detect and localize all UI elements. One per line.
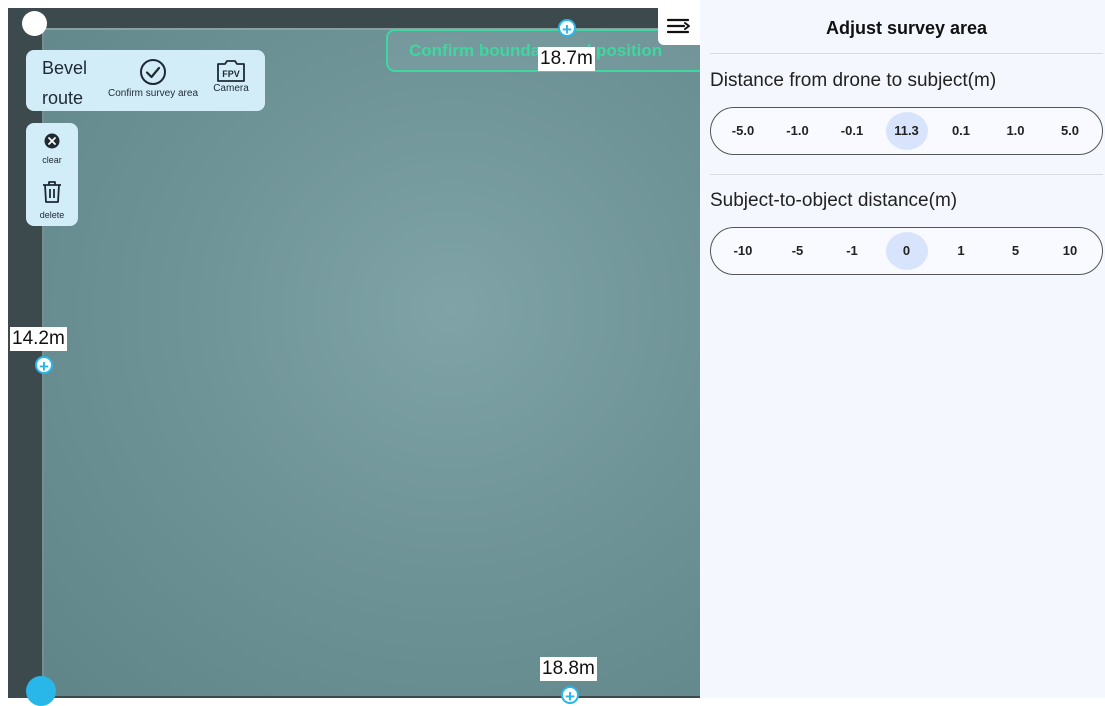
add-vertex-left-button[interactable]: + <box>35 356 53 376</box>
fpv-icon-text: FPV <box>222 69 240 79</box>
camera-label: Camera <box>213 83 249 94</box>
step-option[interactable]: 1.0 <box>995 112 1037 150</box>
corner-handle-bottom-left[interactable] <box>26 676 56 706</box>
adjust-survey-panel: Adjust survey area Distance from drone t… <box>700 0 1105 698</box>
step-option[interactable]: -5 <box>777 232 819 270</box>
step-option[interactable]: 5.0 <box>1049 112 1091 150</box>
delete-button[interactable]: delete <box>26 180 78 220</box>
menu-collapse-icon <box>666 18 690 34</box>
step-option[interactable]: 0.1 <box>940 112 982 150</box>
close-circle-icon <box>44 133 60 149</box>
delete-label: delete <box>39 210 65 220</box>
step-option[interactable]: -5.0 <box>722 112 764 150</box>
drone-distance-label: Distance from drone to subject(m) <box>710 70 997 91</box>
divider <box>710 53 1103 54</box>
confirm-survey-area-label: Confirm survey area <box>107 88 199 99</box>
route-type-label[interactable]: Bevel route <box>42 53 104 113</box>
survey-area-polygon[interactable] <box>44 30 700 696</box>
corner-handle-top-left[interactable] <box>22 11 47 36</box>
edge-length-left-label: 14.2m <box>10 327 67 351</box>
clear-label: clear <box>42 155 62 165</box>
step-option[interactable]: -1.0 <box>777 112 819 150</box>
plus-icon: + <box>39 357 49 376</box>
add-vertex-bottom-button[interactable]: + <box>561 686 579 706</box>
step-option[interactable]: -1 <box>831 232 873 270</box>
object-distance-label: Subject-to-object distance(m) <box>710 190 958 211</box>
plus-icon: + <box>562 20 572 39</box>
step-option[interactable]: -10 <box>722 232 764 270</box>
drone-distance-stepper: -5.0 -1.0 -0.1 11.3 0.1 1.0 5.0 <box>710 107 1103 155</box>
clear-button[interactable]: clear <box>26 133 78 165</box>
check-circle-icon <box>140 59 166 85</box>
step-option[interactable]: 10 <box>1049 232 1091 270</box>
step-option[interactable]: 5 <box>995 232 1037 270</box>
route-toolbar: Bevel route Confirm survey area FPV Came… <box>26 50 265 111</box>
camera-button[interactable]: FPV Camera <box>196 58 266 94</box>
plus-icon: + <box>565 687 575 706</box>
step-option[interactable]: 11.3 <box>885 112 928 150</box>
confirm-survey-area-button[interactable]: Confirm survey area <box>98 58 208 99</box>
step-option[interactable]: -0.1 <box>831 112 873 150</box>
add-vertex-top-button[interactable]: + <box>558 19 576 39</box>
object-distance-stepper: -10 -5 -1 0 1 5 10 <box>710 227 1103 275</box>
trash-icon <box>43 181 61 203</box>
edge-length-top-label: 18.7m <box>538 47 595 71</box>
fpv-camera-icon: FPV <box>217 60 245 82</box>
step-option[interactable]: 1 <box>940 232 982 270</box>
step-option[interactable]: 0 <box>885 232 928 270</box>
edit-tools-panel: clear delete <box>26 123 78 226</box>
map-view[interactable] <box>8 8 700 698</box>
collapse-panel-button[interactable] <box>658 7 700 45</box>
panel-title: Adjust survey area <box>825 18 988 38</box>
divider <box>710 174 1103 175</box>
edge-length-bottom-label: 18.8m <box>540 657 597 681</box>
